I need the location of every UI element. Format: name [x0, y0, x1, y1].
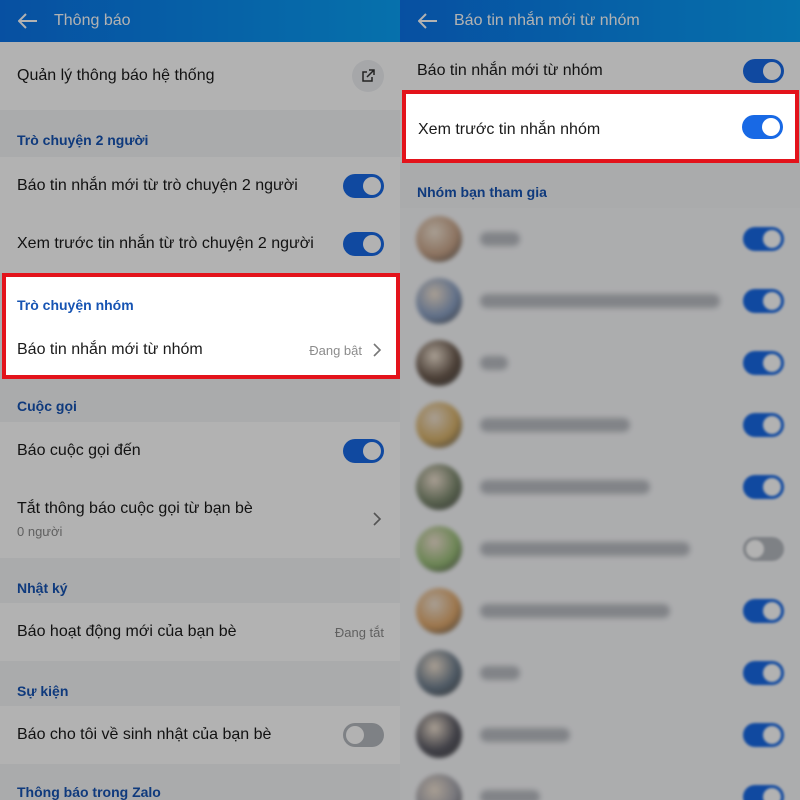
highlighted-group-chat-section: Trò chuyện nhóm Báo tin nhắn mới từ nhóm… — [2, 273, 400, 379]
group-message-settings-screen: Báo tin nhắn mới từ nhóm Báo tin nhắn mớ… — [400, 0, 800, 800]
row-label: Xem trước tin nhắn nhóm — [418, 121, 601, 138]
group-new-message-row[interactable]: Báo tin nhắn mới từ nhóm Đang bật — [6, 323, 396, 375]
row-label: Báo tin nhắn mới từ nhóm — [17, 341, 203, 358]
group-preview-toggle[interactable] — [742, 114, 783, 139]
row-status: Đang bật — [309, 343, 362, 358]
highlighted-group-preview-row[interactable]: Xem trước tin nhắn nhóm — [402, 90, 799, 163]
chevron-right-icon — [373, 343, 382, 357]
dim-overlay — [0, 0, 400, 800]
section-group-chat: Trò chuyện nhóm — [17, 297, 134, 313]
notification-settings-screen: Thông báo Quản lý thông báo hệ thống Trò… — [0, 0, 400, 800]
